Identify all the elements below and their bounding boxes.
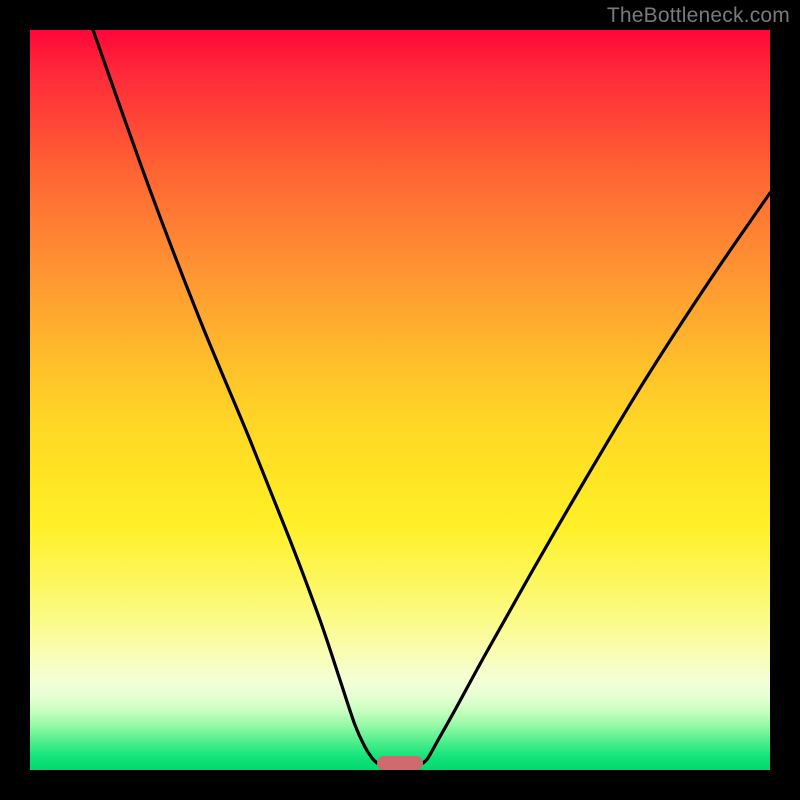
curves-svg [30, 30, 770, 770]
frame: TheBottleneck.com [0, 0, 800, 800]
watermark: TheBottleneck.com [607, 4, 790, 28]
right-curve [423, 193, 770, 763]
plot-area [30, 30, 770, 770]
left-curve [93, 30, 377, 763]
minimum-marker [377, 756, 423, 770]
